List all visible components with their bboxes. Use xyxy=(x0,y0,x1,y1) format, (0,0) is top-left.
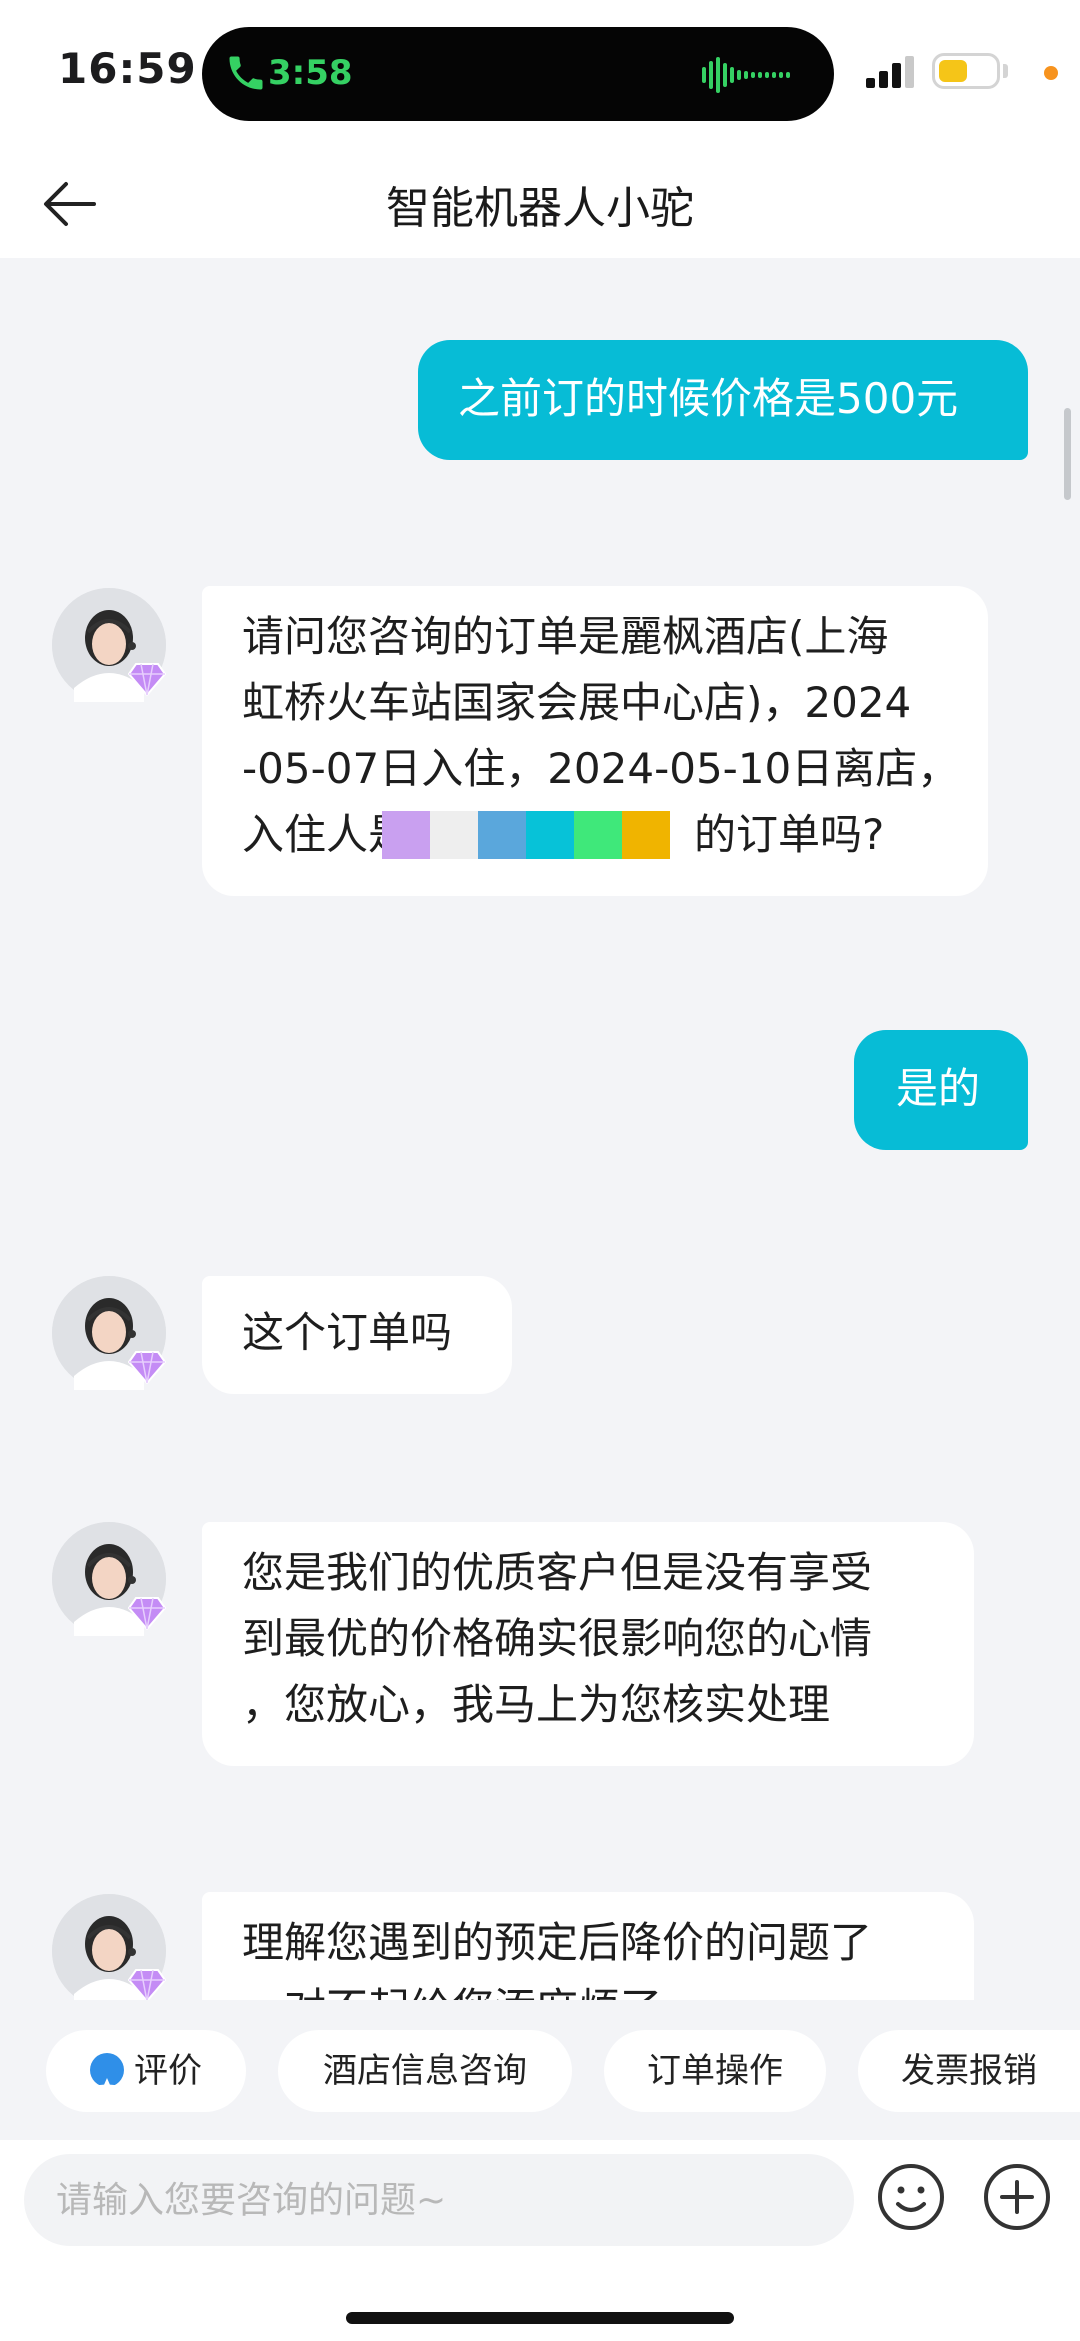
bot-message[interactable]: 您是我们的优质客户但是没有享受 到最优的价格确实很影响您的心情 ，您放心，我马上… xyxy=(202,1522,974,1766)
message-line: 虹桥火车站国家会展中心店)，2024 xyxy=(242,678,912,727)
battery-icon xyxy=(932,53,1000,89)
page-title: 智能机器人小驼 xyxy=(386,183,694,234)
message-line: -05-07日入住，2024-05-10日离店， xyxy=(242,744,960,793)
home-indicator[interactable] xyxy=(346,2312,734,2324)
chip-hotel-info[interactable]: 酒店信息咨询 xyxy=(278,2030,572,2112)
status-bar: 16:59 3:58 xyxy=(0,0,1080,150)
message-input[interactable] xyxy=(24,2154,854,2246)
phone-icon xyxy=(229,56,263,90)
chip-invoice[interactable]: 发票报销 xyxy=(858,2030,1080,2112)
bot-message[interactable]: 请问您咨询的订单是麗枫酒店(上海 虹桥火车站国家会展中心店)，2024 -05-… xyxy=(202,586,988,896)
plus-icon[interactable] xyxy=(980,2160,1054,2234)
scroll-indicator[interactable] xyxy=(1064,408,1071,500)
chip-label: 评价 xyxy=(134,2051,202,2091)
message-line: ，您放心，我马上为您核实处理 xyxy=(242,1680,831,1729)
diamond-badge-icon xyxy=(128,663,166,696)
bot-avatar[interactable] xyxy=(52,1276,166,1390)
bot-avatar[interactable] xyxy=(52,588,166,702)
message-line: 到最优的价格确实很影响您的心情 xyxy=(242,1614,873,1663)
privacy-indicator-dot xyxy=(1044,66,1058,80)
diamond-badge-icon xyxy=(128,1969,166,2000)
battery-tip xyxy=(1003,64,1008,78)
chat-thread[interactable]: 之前订的时候价格是500元 请问您咨询的订单是麗枫酒店(上海 虹桥火车站国家会展… xyxy=(0,258,1080,2000)
message-text: 之前订的时候价格是500元 xyxy=(458,374,959,423)
quick-reply-bar: 评价 酒店信息咨询 订单操作 发票报销 xyxy=(0,2000,1080,2140)
bot-avatar[interactable] xyxy=(52,1522,166,1636)
status-time: 16:59 xyxy=(58,44,197,93)
diamond-badge-icon xyxy=(128,1351,166,1384)
user-message[interactable]: 之前订的时候价格是500元 xyxy=(418,340,1028,460)
bot-message[interactable]: 理解您遇到的预定后降价的问题了 ，对不起给您添麻烦了 xyxy=(202,1892,974,2000)
message-text: 这个订单吗 xyxy=(242,1308,453,1357)
chip-order-operations[interactable]: 订单操作 xyxy=(604,2030,826,2112)
nav-header: 智能机器人小驼 xyxy=(0,150,1080,258)
input-bar xyxy=(0,2140,1080,2341)
message-line: 入住人是 的订单吗? xyxy=(242,810,885,859)
chip-label: 订单操作 xyxy=(647,2051,783,2091)
bot-message[interactable]: 这个订单吗 xyxy=(202,1276,512,1394)
user-message[interactable]: 是的 xyxy=(854,1030,1028,1150)
bot-avatar[interactable] xyxy=(52,1894,166,2000)
message-line: 理解您遇到的预定后降价的问题了 xyxy=(242,1918,873,1967)
star-icon xyxy=(90,2052,124,2097)
call-duration: 3:58 xyxy=(268,53,353,93)
redaction-block xyxy=(382,811,670,859)
chip-label: 酒店信息咨询 xyxy=(323,2051,527,2091)
emoji-icon[interactable] xyxy=(874,2160,948,2234)
message-line: 请问您咨询的订单是麗枫酒店(上海 xyxy=(242,612,889,661)
message-text: 是的 xyxy=(896,1064,981,1113)
dynamic-island[interactable]: 3:58 xyxy=(202,27,834,121)
audio-wave-icon xyxy=(702,57,790,93)
diamond-badge-icon xyxy=(128,1597,166,1630)
chip-rate[interactable]: 评价 xyxy=(46,2030,246,2112)
chip-label: 发票报销 xyxy=(901,2051,1037,2091)
message-line: ，对不起给您添麻烦了 xyxy=(242,1976,974,2000)
signal-icon xyxy=(866,56,914,88)
message-line: 您是我们的优质客户但是没有享受 xyxy=(242,1548,873,1597)
